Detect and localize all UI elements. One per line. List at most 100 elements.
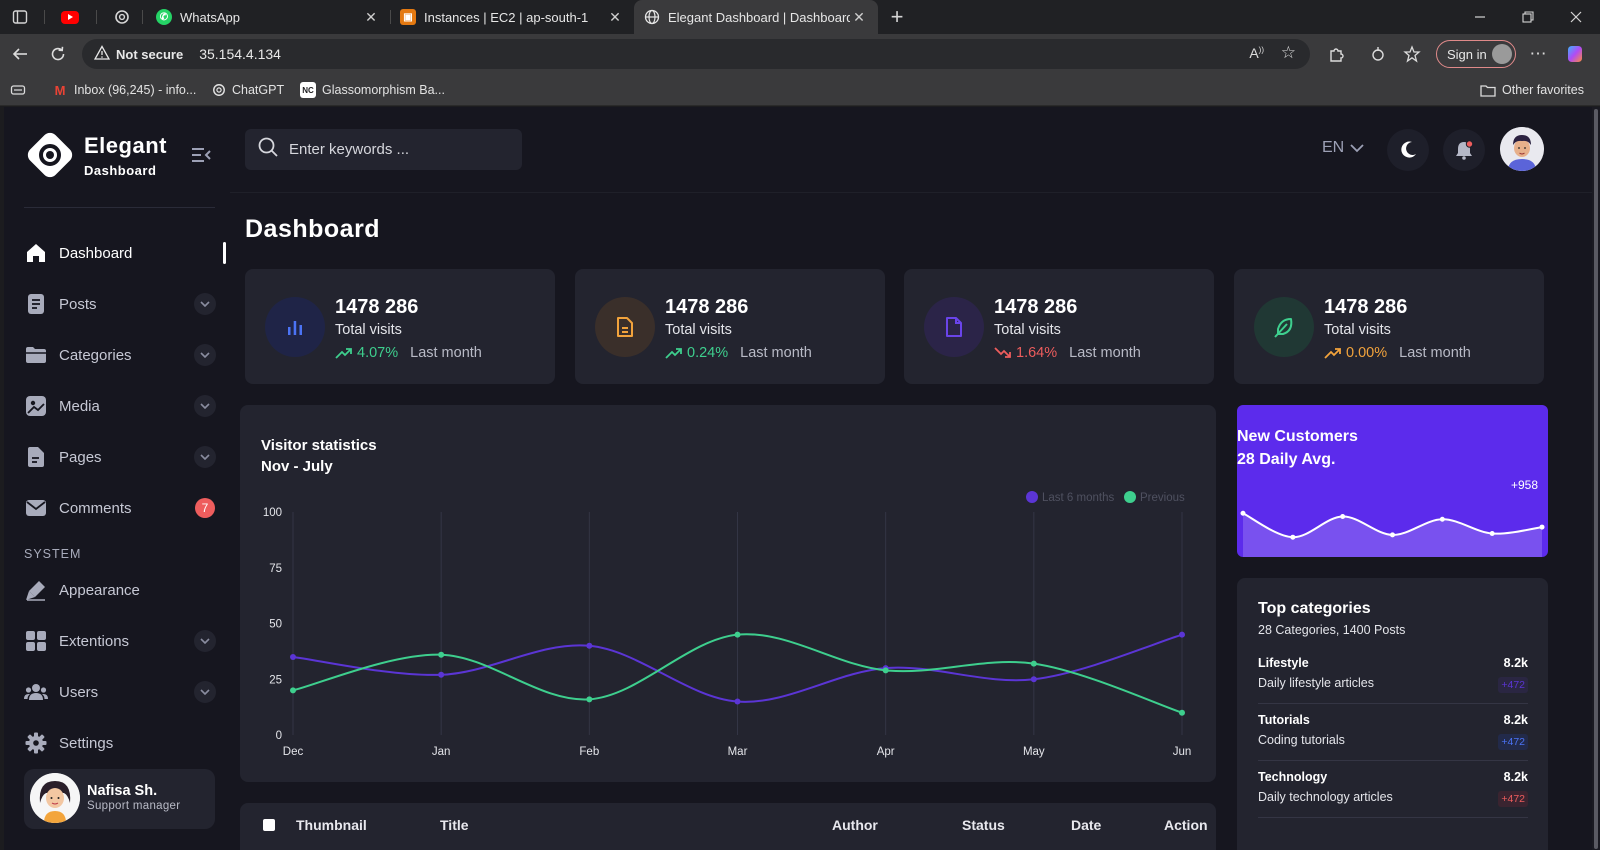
restore-icon[interactable]: [1518, 0, 1538, 34]
whatsapp-icon: ✆: [156, 9, 172, 25]
table-header-action[interactable]: Action: [1164, 817, 1208, 833]
tab-title: Instances | EC2 | ap-south-1: [424, 9, 589, 25]
search-bar[interactable]: [245, 129, 522, 170]
more-menu-icon[interactable]: ⋯: [1526, 42, 1550, 66]
extensions-icon[interactable]: [1324, 42, 1348, 66]
select-all-checkbox[interactable]: [263, 819, 275, 831]
bookmark-gmail[interactable]: M Inbox (96,245) - info...: [52, 74, 197, 106]
language-selector[interactable]: EN: [1322, 139, 1364, 157]
chevron-down-icon[interactable]: [194, 446, 216, 468]
sidebar-item-settings[interactable]: Settings: [24, 728, 219, 758]
top-categories-card: Top categories 28 Categories, 1400 Posts…: [1237, 578, 1548, 850]
profile-card[interactable]: Nafisa Sh. Support manager: [24, 769, 215, 829]
copilot-icon[interactable]: [1564, 42, 1588, 66]
table-header-title[interactable]: Title: [440, 817, 469, 833]
sidebar-item-extentions[interactable]: Extentions: [24, 626, 219, 656]
warning-icon[interactable]: [93, 44, 111, 64]
category-name: Tutorials: [1258, 713, 1310, 727]
category-item[interactable]: Technology 8.2k Daily technology article…: [1258, 762, 1528, 818]
data-point: [290, 687, 296, 694]
tab-ec2[interactable]: ▣ Instances | EC2 | ap-south-1 ✕: [390, 0, 634, 34]
address-bar[interactable]: Not secure 35.154.4.134 A)) ☆: [82, 39, 1310, 69]
sidebar-item-categories[interactable]: Categories: [24, 340, 219, 370]
legend-marker: [1026, 491, 1038, 503]
stat-period: Last month: [740, 345, 812, 361]
notifications-button[interactable]: [1443, 129, 1485, 171]
data-point: [290, 653, 296, 660]
sidebar-item-appearance[interactable]: Appearance: [24, 575, 219, 605]
table-header-author[interactable]: Author: [832, 817, 878, 833]
collections-star-icon[interactable]: [1400, 42, 1424, 66]
url-text[interactable]: 35.154.4.134: [199, 46, 281, 62]
sidebar-item-media[interactable]: Media: [24, 391, 219, 421]
chevron-down-icon[interactable]: [194, 681, 216, 703]
chevron-down-icon[interactable]: [194, 344, 216, 366]
profile-name: Nafisa Sh.: [87, 783, 158, 799]
favorite-star-icon[interactable]: ☆: [1281, 43, 1296, 63]
close-tab-icon[interactable]: ✕: [850, 9, 868, 26]
table-header-status[interactable]: Status: [962, 817, 1005, 833]
brand[interactable]: Elegant Dashboard: [24, 129, 167, 181]
close-tab-icon[interactable]: ✕: [606, 9, 624, 26]
user-avatar[interactable]: [1500, 127, 1544, 171]
trend-up-icon: [1324, 348, 1341, 359]
other-favorites[interactable]: Other favorites: [1480, 74, 1584, 106]
chevron-down-icon[interactable]: [194, 293, 216, 315]
sidebar-item-dashboard[interactable]: Dashboard: [24, 238, 219, 268]
reading-view-icon[interactable]: [10, 74, 26, 106]
sidebar-item-pages[interactable]: Pages: [24, 442, 219, 472]
trend-up-icon: [665, 348, 682, 359]
bookmark-label: Inbox (96,245) - info...: [74, 83, 197, 97]
chevron-down-icon[interactable]: [194, 630, 216, 652]
close-window-icon[interactable]: [1566, 0, 1586, 34]
youtube-pinned-tab[interactable]: [58, 0, 82, 34]
not-secure-label[interactable]: Not secure: [116, 47, 183, 62]
close-tab-icon[interactable]: ✕: [362, 9, 380, 26]
sparkline-point: [1290, 534, 1296, 540]
chevron-down-icon: [1350, 143, 1364, 152]
bookmark-chatgpt[interactable]: ChatGPT: [212, 74, 284, 106]
category-item[interactable]: Tutorials 8.2k Coding tutorials +472: [1258, 705, 1528, 761]
minimize-icon[interactable]: [1470, 0, 1490, 34]
read-aloud-icon[interactable]: A)): [1249, 45, 1264, 61]
folder-icon: [1480, 85, 1496, 97]
chatgpt-pinned-tab[interactable]: [110, 0, 134, 34]
category-name: Lifestyle: [1258, 656, 1309, 670]
search-input[interactable]: [289, 141, 509, 158]
category-desc: Coding tutorials: [1258, 733, 1345, 747]
sidebar-item-comments[interactable]: Comments 7: [24, 493, 219, 523]
stat-value: 1478 286: [665, 296, 749, 318]
table-header-date[interactable]: Date: [1071, 817, 1101, 833]
sidebar-item-posts[interactable]: Posts: [24, 289, 219, 319]
category-item[interactable]: Lifestyle 8.2k Daily lifestyle articles …: [1258, 648, 1528, 704]
sparkline-point: [1390, 532, 1395, 538]
tab-whatsapp[interactable]: ✆ WhatsApp ✕: [146, 0, 390, 34]
globe-icon: [644, 9, 660, 25]
new-customers-card: New Customers 28 Daily Avg. +958: [1237, 405, 1548, 557]
x-tick-label: Jun: [1173, 746, 1192, 758]
data-point: [1030, 660, 1037, 667]
bookmark-glassomorphism[interactable]: NC Glassomorphism Ba...: [300, 74, 445, 106]
new-tab-icon[interactable]: +: [884, 0, 910, 34]
dark-mode-toggle[interactable]: [1387, 129, 1429, 171]
collapse-sidebar-icon[interactable]: [190, 145, 212, 165]
sidebar: Elegant Dashboard Dashboard Posts Catego…: [4, 107, 230, 850]
file-icon: [924, 297, 984, 357]
reload-icon[interactable]: [46, 42, 70, 66]
chevron-down-icon[interactable]: [194, 395, 216, 417]
sidebar-toggle-icon[interactable]: [8, 0, 32, 34]
browser-essentials-icon[interactable]: [1366, 42, 1390, 66]
y-tick-label: 0: [276, 730, 282, 742]
aws-icon: ▣: [400, 9, 416, 25]
back-icon[interactable]: [8, 42, 32, 66]
logo-icon: [24, 129, 76, 181]
table-header-thumbnail[interactable]: Thumbnail: [296, 817, 367, 833]
sidebar-item-users[interactable]: Users: [24, 677, 219, 707]
tab-title: WhatsApp: [180, 9, 240, 25]
tab-elegant-dashboard[interactable]: Elegant Dashboard | Dashboard ✕: [634, 0, 878, 34]
page-scrollbar[interactable]: [1592, 107, 1600, 850]
sign-in-button[interactable]: Sign in: [1436, 40, 1516, 68]
sidebar-item-label: Posts: [59, 295, 97, 313]
data-point: [1179, 631, 1185, 638]
data-point: [734, 698, 741, 705]
